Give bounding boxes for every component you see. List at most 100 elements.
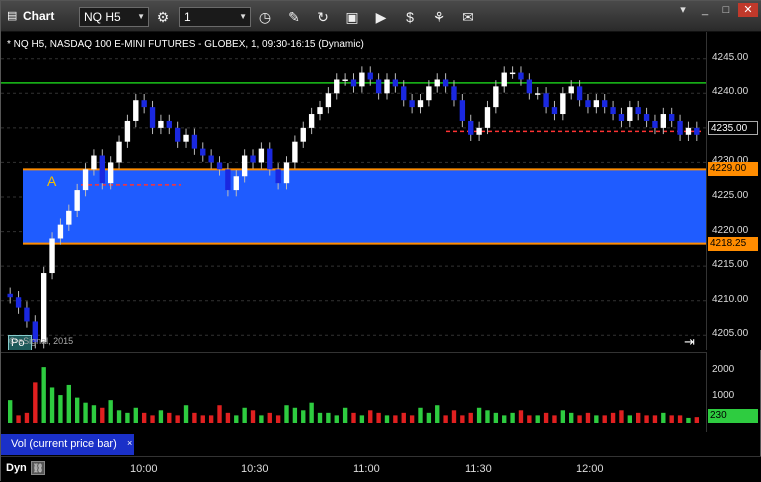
candle-body <box>124 120 131 142</box>
candle-body <box>233 176 239 191</box>
copyright: © eSignal, 2015 <box>9 336 74 346</box>
candle-body <box>501 72 507 87</box>
candle-body <box>141 100 147 108</box>
candle-body <box>91 155 97 170</box>
lock-icon[interactable]: ⛓ <box>31 461 45 475</box>
candle-body <box>669 114 675 121</box>
candle-body <box>602 100 608 108</box>
candle-body <box>551 107 558 115</box>
candle-body <box>509 72 516 75</box>
candle-body <box>560 93 566 115</box>
candle-body <box>568 86 574 94</box>
price-tick-label: 4245.00 <box>712 51 749 63</box>
volume-tick-label: 1000 <box>712 389 735 401</box>
candle-body <box>74 190 80 211</box>
candle-body <box>459 100 466 121</box>
current-volume-badge: 230 <box>708 409 758 424</box>
volume-study-label[interactable]: Vol (current price bar) <box>1 434 134 455</box>
interval-combo[interactable]: 1 ▼ <box>179 7 251 27</box>
menu-icon[interactable]: ▾ <box>673 3 693 17</box>
toolbar: ▤ Chart NQ H5 ▼ ⚙ 1 ▼ ◷ ✎ ↻ ▣ ▶ $ ⚘ ✉ ▾ … <box>1 1 761 32</box>
candle-body <box>24 307 30 322</box>
play-icon[interactable]: ▶ <box>370 7 392 27</box>
candle-body <box>7 293 13 298</box>
chart-header: * NQ H5, NASDAQ 100 E-MINI FUTURES - GLO… <box>7 39 364 50</box>
current-price-badge: 4235.00 <box>708 120 758 135</box>
candle-body <box>250 155 256 163</box>
volume-tick-label: 2000 <box>712 364 735 376</box>
candle-body <box>618 114 625 121</box>
time-axis[interactable]: Dyn ⛓ 10:00 10:30 11:00 11:30 12:00 <box>1 456 761 482</box>
minimize-button[interactable]: _ <box>695 3 715 17</box>
candle-body <box>543 93 549 108</box>
candle-body <box>300 127 306 142</box>
candle-body <box>401 86 407 101</box>
candle-body <box>267 148 273 170</box>
price-tick-label: 4205.00 <box>712 328 749 340</box>
candle-body <box>317 107 323 115</box>
quote-icon[interactable]: ▣ <box>341 7 363 27</box>
time-tick-label: 11:30 <box>465 463 492 475</box>
candle-body <box>216 162 223 170</box>
candle-body <box>576 86 583 101</box>
candle-body <box>49 238 55 274</box>
candle-body <box>493 86 499 108</box>
candle-body <box>292 141 298 163</box>
candle-body <box>526 79 533 94</box>
candle-body <box>183 134 189 142</box>
volume-chart-svg <box>8 367 699 423</box>
candle-body <box>116 141 122 163</box>
candle-body <box>208 155 214 163</box>
candle-body <box>375 79 382 94</box>
dollar-icon[interactable]: $ <box>399 7 421 27</box>
settings-gear-icon[interactable]: ⚙ <box>152 7 174 27</box>
candle-body <box>342 79 348 81</box>
candle-body <box>66 210 72 225</box>
candle-body <box>200 148 206 156</box>
candle-body <box>99 155 105 184</box>
candle-body <box>384 79 390 94</box>
candle-body <box>643 114 650 121</box>
price-tick-label: 4240.00 <box>712 86 749 98</box>
link-icon[interactable]: ⚘ <box>428 7 450 27</box>
candle-body <box>82 169 89 191</box>
candle-body <box>325 93 332 108</box>
clock-icon[interactable]: ◷ <box>254 7 276 27</box>
symbol-combo[interactable]: NQ H5 ▼ <box>79 7 149 27</box>
chart-app-icon: ▤ <box>7 10 18 22</box>
candle-body <box>107 162 114 184</box>
candle-body <box>585 100 591 108</box>
candle-body <box>149 107 156 128</box>
price-axis[interactable]: 4245.004240.004235.004230.004225.004220.… <box>706 32 761 350</box>
price-tick-label: 4210.00 <box>712 293 749 305</box>
maximize-button[interactable]: □ <box>716 3 736 17</box>
candle-body <box>334 79 340 94</box>
candle-body <box>225 169 231 191</box>
candle-body <box>652 120 658 128</box>
candle-body <box>133 100 139 121</box>
price-plot[interactable]: * NQ H5, NASDAQ 100 E-MINI FUTURES - GLO… <box>1 32 706 350</box>
jump-to-end-icon[interactable]: ⇥ <box>684 334 695 350</box>
candle-body <box>308 114 315 128</box>
pencil-icon[interactable]: ✎ <box>283 7 305 27</box>
price-tick-label: 4220.00 <box>712 224 749 236</box>
candle-body <box>350 79 357 87</box>
refresh-icon[interactable]: ↻ <box>312 7 334 27</box>
candle-body <box>610 107 616 115</box>
annotation-a: A <box>47 173 57 189</box>
volume-axis: 200010000230 <box>706 352 761 432</box>
close-button[interactable]: ✕ <box>738 3 758 17</box>
comment-icon[interactable]: ✉ <box>457 7 479 27</box>
candle-body <box>258 148 265 163</box>
candle-body <box>283 162 290 184</box>
candle-body <box>174 127 181 142</box>
candle-body <box>660 114 667 128</box>
candle-body <box>694 127 700 135</box>
upper-level-badge: 4229.00 <box>708 162 758 177</box>
close-icon[interactable]: × <box>127 438 132 448</box>
candle-body <box>476 127 482 135</box>
candle-body <box>359 72 365 87</box>
volume-plot[interactable] <box>1 352 706 432</box>
lower-level-badge: 4218.25 <box>708 236 758 251</box>
candle-body <box>593 100 600 108</box>
